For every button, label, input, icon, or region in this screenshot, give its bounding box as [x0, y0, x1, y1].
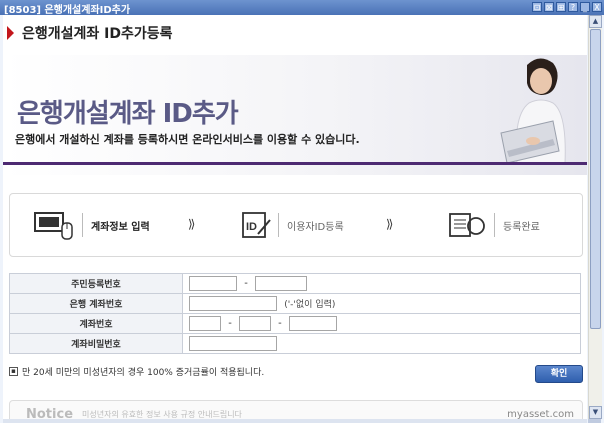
form-row-account-password: 계좌비밀번호	[9, 333, 581, 354]
scroll-up-icon[interactable]: ▲	[589, 15, 602, 28]
tile-icon[interactable]: ⊠	[544, 2, 554, 12]
window-titlebar: [8503] 은행개설계좌ID추가 ⊡ ⊠ ⊞ ? _ X	[0, 0, 604, 16]
step-user-id: ID 이용자ID등록	[240, 194, 344, 256]
step-label: 이용자ID등록	[287, 221, 344, 233]
page-header: 은행개설계좌 ID추가등록	[7, 23, 173, 43]
field-value: -	[182, 273, 581, 294]
scroll-down-icon[interactable]: ▼	[589, 406, 602, 419]
bank-account-hint: ('-'없이 입력)	[284, 300, 336, 310]
svg-text:ID: ID	[246, 221, 257, 233]
account-password-input[interactable]	[189, 336, 277, 351]
dash-separator: -	[228, 318, 232, 329]
step-divider	[82, 213, 83, 237]
page-title: 은행개설계좌 ID추가등록	[22, 26, 173, 42]
id-card-icon: ID	[242, 212, 271, 238]
chevron-right-icon: ⟩⟩	[386, 217, 394, 231]
window-controls: ⊡ ⊠ ⊞ ? _ X	[532, 2, 602, 12]
layout-icon[interactable]: ⊞	[556, 2, 566, 12]
banner: 은행개설계좌 ID추가 은행에서 개설하신 계좌를 등록하시면 온라인서비스를 …	[3, 55, 587, 175]
account-form: 주민등록번호 - 은행 계좌번호 ('-'없이 입력) 계좌번호 - - 계좌비…	[9, 273, 581, 354]
dash-separator: -	[278, 318, 282, 329]
scrollbar-thumb[interactable]	[590, 29, 601, 329]
chevron-right-icon: ⟩⟩	[188, 217, 196, 231]
banner-headline: 은행개설계좌 ID추가	[17, 99, 239, 129]
field-label: 은행 계좌번호	[9, 293, 183, 314]
resident-number-back-input[interactable]	[254, 276, 307, 291]
checkbox-icon: ▪	[9, 367, 18, 376]
dash-separator: -	[244, 278, 248, 289]
window-frame: 은행개설계좌 ID추가등록 은행개설계좌 ID추가 은행에서 개설하신 계좌를 …	[0, 15, 604, 423]
resize-grip-icon[interactable]	[588, 419, 601, 423]
computer-icon	[34, 212, 73, 240]
step-divider	[278, 213, 279, 237]
confirm-button[interactable]: 확인	[535, 365, 583, 383]
content-area: 은행개설계좌 ID추가등록 은행개설계좌 ID추가 은행에서 개설하신 계좌를 …	[3, 15, 587, 419]
notice-panel: Notice 미성년자의 유효한 정보 사용 규정 안내드립니다 myasset…	[9, 400, 583, 419]
step-account-info: 계좌정보 입력	[34, 194, 150, 256]
minor-notice-text: 만 20세 미만의 미성년자의 경우 100% 증거금률이 적용됩니다.	[22, 368, 265, 378]
minimize-icon[interactable]: _	[580, 2, 590, 12]
resident-number-front-input[interactable]	[189, 276, 237, 291]
field-label: 계좌번호	[9, 313, 183, 334]
step-indicator: 계좌정보 입력 ⟩⟩ ID 이용자ID등록 ⟩⟩ 등록완료	[9, 193, 583, 257]
horizontal-scrollbar[interactable]	[3, 419, 587, 423]
form-row-account-number: 계좌번호 - -	[9, 313, 581, 334]
window-title: [8503] 은행개설계좌ID추가	[4, 5, 131, 16]
field-label: 계좌비밀번호	[9, 333, 183, 354]
bank-account-input[interactable]	[189, 296, 277, 311]
vertical-scrollbar[interactable]: ▲ ▼	[588, 15, 602, 419]
field-value: - -	[182, 313, 581, 334]
step-divider	[494, 213, 495, 237]
notice-text: 미성년자의 유효한 정보 사용 규정 안내드립니다	[82, 410, 242, 419]
banner-subtitle: 은행에서 개설하신 계좌를 등록하시면 온라인서비스를 이용할 수 있습니다.	[15, 133, 360, 146]
field-label: 주민등록번호	[9, 273, 183, 294]
field-value	[182, 333, 581, 354]
banner-underline	[3, 162, 587, 165]
brand-logo: myasset.com	[507, 409, 574, 419]
account-number-part2-input[interactable]	[238, 316, 271, 331]
form-row-bank-account: 은행 계좌번호 ('-'없이 입력)	[9, 293, 581, 314]
account-number-part3-input[interactable]	[288, 316, 337, 331]
document-complete-icon	[449, 213, 485, 237]
notice-title: Notice	[26, 407, 74, 419]
field-value: ('-'없이 입력)	[182, 293, 581, 314]
arrow-right-icon	[7, 26, 14, 40]
account-number-part1-input[interactable]	[189, 316, 221, 331]
step-label: 등록완료	[503, 221, 540, 233]
woman-with-laptop-image	[500, 58, 566, 163]
form-row-resident-number: 주민등록번호 -	[9, 273, 581, 294]
help-icon[interactable]: ?	[568, 2, 578, 12]
minor-notice: ▪ 만 20세 미만의 미성년자의 경우 100% 증거금률이 적용됩니다.	[9, 365, 264, 378]
restore-icon[interactable]: ⊡	[532, 2, 542, 12]
close-icon[interactable]: X	[592, 2, 602, 12]
step-label: 계좌정보 입력	[91, 221, 150, 233]
step-complete: 등록완료	[448, 194, 540, 256]
